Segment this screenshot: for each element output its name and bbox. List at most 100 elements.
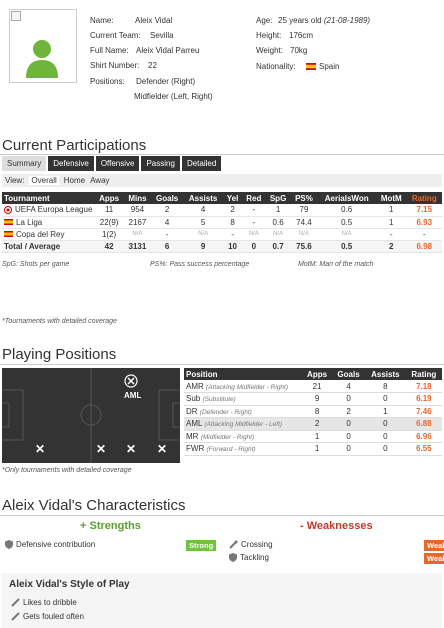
col-apps[interactable]: Apps bbox=[302, 368, 333, 380]
tournament-cell[interactable]: UEFA Europa League bbox=[2, 204, 95, 217]
apps-cell: 2 bbox=[302, 417, 333, 431]
col-assists[interactable]: Assists bbox=[365, 368, 406, 380]
position-desc: (Attacking Midfielder - Left) bbox=[204, 421, 283, 429]
tab-defensive[interactable]: Defensive bbox=[48, 156, 94, 171]
tournament-name: Copa del Rey bbox=[16, 229, 65, 239]
col-apps[interactable]: Apps bbox=[94, 192, 124, 204]
col-assists[interactable]: Assists bbox=[183, 192, 224, 204]
strengths-title: + Strengths bbox=[80, 520, 141, 532]
table-row-selected[interactable]: AML (Attacking Midfielder - Left) 2 0 0 … bbox=[184, 417, 442, 431]
participations-table: Tournament Apps Mins Goals Assists Yel R… bbox=[2, 192, 442, 253]
weaknesses-title: - Weaknesses bbox=[300, 520, 373, 532]
view-home[interactable]: Home bbox=[64, 176, 85, 185]
col-mins[interactable]: Mins bbox=[123, 192, 152, 204]
view-filter: View: Overall Home Away bbox=[2, 174, 442, 187]
shirt-value: 22 bbox=[148, 61, 157, 70]
europa-league-icon bbox=[4, 206, 12, 215]
table-row[interactable]: DR (Defender - Right) 8 2 1 7.46 bbox=[184, 405, 442, 418]
ps-cell: 74.4 bbox=[290, 216, 318, 229]
goals-cell: 4 bbox=[332, 380, 365, 393]
divider bbox=[0, 154, 444, 155]
table-row[interactable]: Sub (Substitute) 9 0 0 6.19 bbox=[184, 392, 442, 406]
col-goals[interactable]: Goals bbox=[151, 192, 184, 204]
legend-ps: PS%: Pass success percentage bbox=[150, 261, 250, 268]
motm-cell: - bbox=[376, 228, 407, 241]
apps-cell: 21 bbox=[302, 380, 333, 393]
table-header-row: Position Apps Goals Assists Rating bbox=[184, 368, 442, 380]
nationality-label: Nationality: bbox=[256, 62, 296, 71]
position-desc: (Forward - Right) bbox=[206, 446, 256, 454]
assists-cell: 0 bbox=[365, 392, 406, 406]
col-tournament[interactable]: Tournament bbox=[2, 192, 95, 204]
rating-cell: 7.15 bbox=[406, 204, 442, 217]
positions-note: *Only tournaments with detailed coverage bbox=[2, 467, 132, 474]
rating-cell: 6.98 bbox=[406, 240, 442, 253]
motm-cell: 2 bbox=[376, 240, 407, 253]
position-cell: DR (Defender - Right) bbox=[184, 405, 302, 418]
age-years: 25 years old bbox=[278, 16, 322, 25]
age-dob: (21-08-1989) bbox=[323, 16, 371, 25]
col-position[interactable]: Position bbox=[184, 368, 302, 380]
tab-summary[interactable]: Summary bbox=[2, 156, 47, 171]
pitch-lines bbox=[2, 368, 180, 463]
view-away[interactable]: Away bbox=[90, 176, 109, 185]
tournament-cell[interactable]: Copa del Rey bbox=[2, 228, 95, 241]
tab-detailed[interactable]: Detailed bbox=[181, 156, 222, 171]
col-motm[interactable]: MotM bbox=[376, 192, 407, 204]
position-x-icon[interactable]: ✕ bbox=[157, 442, 167, 456]
position-cell: FWR (Forward - Right) bbox=[184, 442, 302, 456]
assists-cell: 4 bbox=[183, 204, 224, 217]
spg-cell: N/A bbox=[265, 228, 291, 241]
col-rating[interactable]: Rating bbox=[406, 192, 442, 204]
strength-level-badge: Strong bbox=[186, 540, 217, 551]
position-x-icon[interactable]: ✕ bbox=[35, 442, 45, 456]
goals-cell: 6 bbox=[151, 240, 184, 253]
col-yel[interactable]: Yel bbox=[223, 192, 243, 204]
stats-tabs: Summary Defensive Offensive Passing Deta… bbox=[2, 156, 222, 171]
mins-cell: 2167 bbox=[123, 216, 152, 229]
tab-passing[interactable]: Passing bbox=[141, 156, 180, 171]
total-label: Total / Average bbox=[2, 240, 95, 253]
divider bbox=[0, 515, 444, 516]
table-row[interactable]: FWR (Forward - Right) 1 0 0 6.55 bbox=[184, 442, 442, 456]
yel-cell: 10 bbox=[223, 240, 243, 253]
table-row[interactable]: AMR (Attacking Midfielder - Right) 21 4 … bbox=[184, 380, 442, 393]
col-spg[interactable]: SpG bbox=[265, 192, 291, 204]
col-ps[interactable]: PS% bbox=[290, 192, 318, 204]
col-goals[interactable]: Goals bbox=[332, 368, 365, 380]
position-code: FWR bbox=[186, 444, 205, 454]
position-cell: AMR (Attacking Midfielder - Right) bbox=[184, 380, 302, 393]
col-rating[interactable]: Rating bbox=[405, 368, 442, 380]
goals-cell: 2 bbox=[151, 204, 184, 217]
position-x-icon[interactable]: ✕ bbox=[96, 442, 106, 456]
apps-cell: 42 bbox=[94, 240, 124, 253]
goals-cell: 0 bbox=[332, 430, 365, 443]
goals-cell: 2 bbox=[332, 405, 365, 418]
mins-cell: 954 bbox=[123, 204, 152, 217]
tournament-name: UEFA Europa League bbox=[15, 205, 93, 215]
view-overall[interactable]: Overall bbox=[29, 176, 59, 185]
assists-cell: 5 bbox=[183, 216, 224, 229]
tournament-cell[interactable]: La Liga bbox=[2, 216, 95, 229]
col-red[interactable]: Red bbox=[242, 192, 266, 204]
apps-cell: 8 bbox=[302, 405, 333, 418]
style-label: Gets fouled often bbox=[23, 612, 84, 621]
position-code: AMR bbox=[186, 381, 204, 391]
active-position-marker-icon[interactable] bbox=[124, 374, 138, 388]
apps-cell: 11 bbox=[94, 204, 124, 217]
player-silhouette-icon bbox=[26, 40, 58, 78]
coverage-note: *Tournaments with detailed coverage bbox=[2, 318, 117, 325]
assists-cell: 8 bbox=[365, 380, 406, 393]
position-code: AML bbox=[186, 419, 203, 429]
table-row[interactable]: MR (Midfielder - Right) 1 0 0 6.96 bbox=[184, 430, 442, 443]
team-value[interactable]: Sevilla bbox=[150, 31, 174, 40]
position-x-icon[interactable]: ✕ bbox=[126, 442, 136, 456]
weakness-level-badge: Weak bbox=[424, 540, 444, 551]
assists-cell: 0 bbox=[365, 417, 406, 431]
red-cell: - bbox=[242, 204, 266, 217]
rating-cell: 6.88 bbox=[405, 417, 442, 431]
mins-cell: 3131 bbox=[123, 240, 152, 253]
tab-offensive[interactable]: Offensive bbox=[95, 156, 140, 171]
col-aerials[interactable]: AerialsWon bbox=[317, 192, 377, 204]
position-cell: AML (Attacking Midfielder - Left) bbox=[184, 417, 302, 431]
